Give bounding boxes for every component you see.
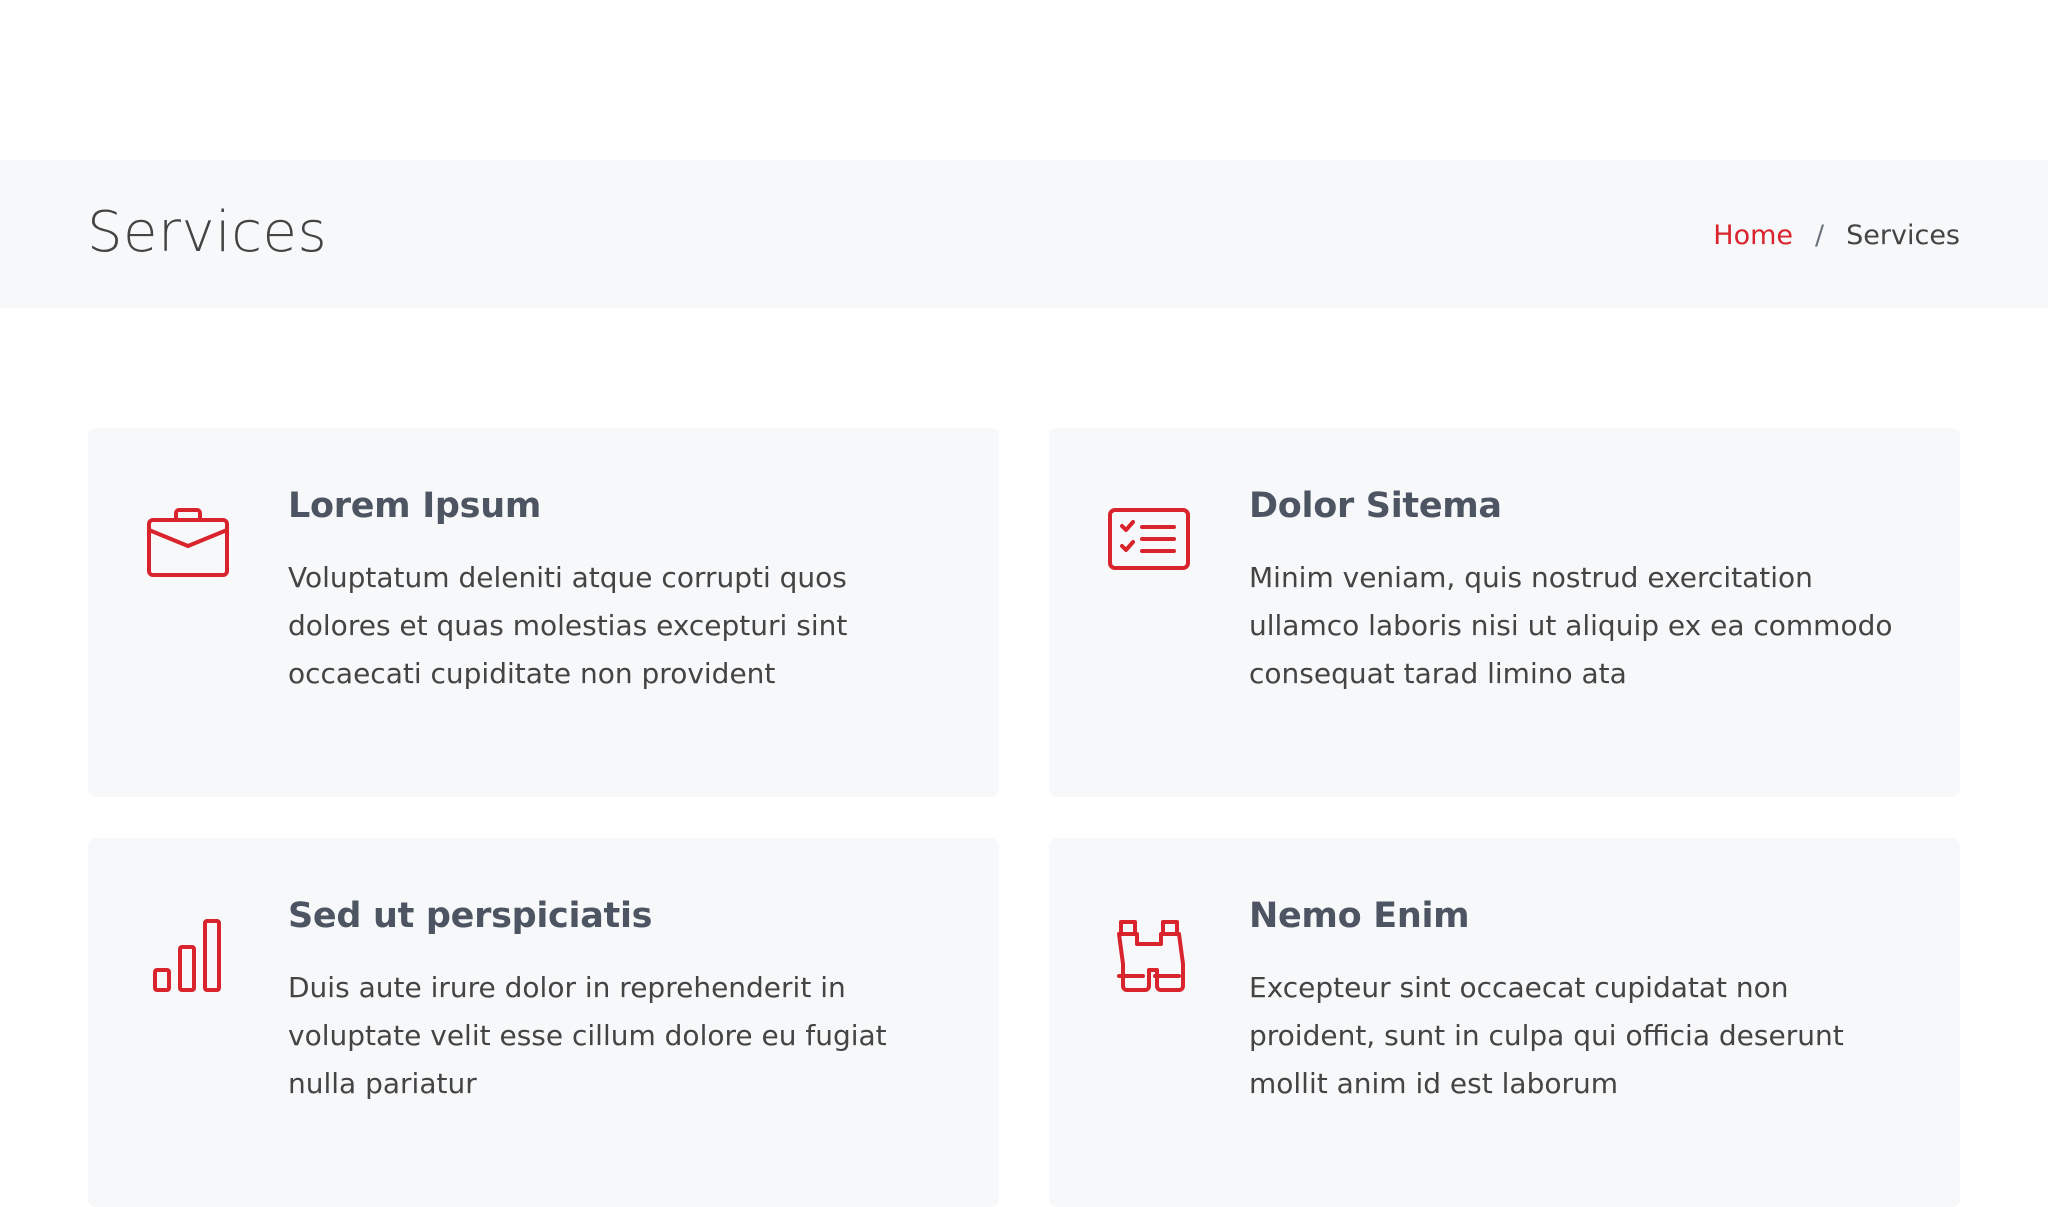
services-grid: Lorem Ipsum Voluptatum deleniti atque co… bbox=[88, 428, 1960, 1207]
service-card: Lorem Ipsum Voluptatum deleniti atque co… bbox=[88, 428, 999, 797]
page-title: Services bbox=[87, 200, 328, 265]
service-description: Duis aute irure dolor in reprehenderit i… bbox=[288, 971, 887, 1100]
service-description: Excepteur sint occaecat cupidatat non pr… bbox=[1249, 971, 1844, 1100]
breadcrumb-current: Services bbox=[1846, 220, 1960, 251]
breadcrumb: Home / Services bbox=[1713, 220, 1960, 251]
breadcrumb-separator: / bbox=[1815, 220, 1825, 251]
service-description: Minim veniam, quis nostrud exercitation … bbox=[1249, 561, 1893, 690]
breadcrumbs-section: Services Home / Services bbox=[0, 160, 2048, 308]
checklist-card-icon bbox=[1105, 508, 1193, 596]
service-card: Sed ut perspiciatis Duis aute irure dolo… bbox=[88, 838, 999, 1207]
bar-chart-icon bbox=[144, 918, 232, 1006]
header-area bbox=[0, 0, 2048, 160]
service-description: Voluptatum deleniti atque corrupti quos … bbox=[288, 561, 848, 690]
service-title: Sed ut perspiciatis bbox=[288, 896, 653, 936]
briefcase-icon bbox=[144, 508, 232, 596]
service-title: Dolor Sitema bbox=[1249, 486, 1502, 526]
service-title: Lorem Ipsum bbox=[288, 486, 541, 526]
service-card: Nemo Enim Excepteur sint occaecat cupida… bbox=[1049, 838, 1960, 1207]
breadcrumb-home-link[interactable]: Home bbox=[1713, 220, 1793, 251]
service-title: Nemo Enim bbox=[1249, 896, 1470, 936]
binoculars-icon bbox=[1105, 918, 1193, 1006]
service-card: Dolor Sitema Minim veniam, quis nostrud … bbox=[1049, 428, 1960, 797]
